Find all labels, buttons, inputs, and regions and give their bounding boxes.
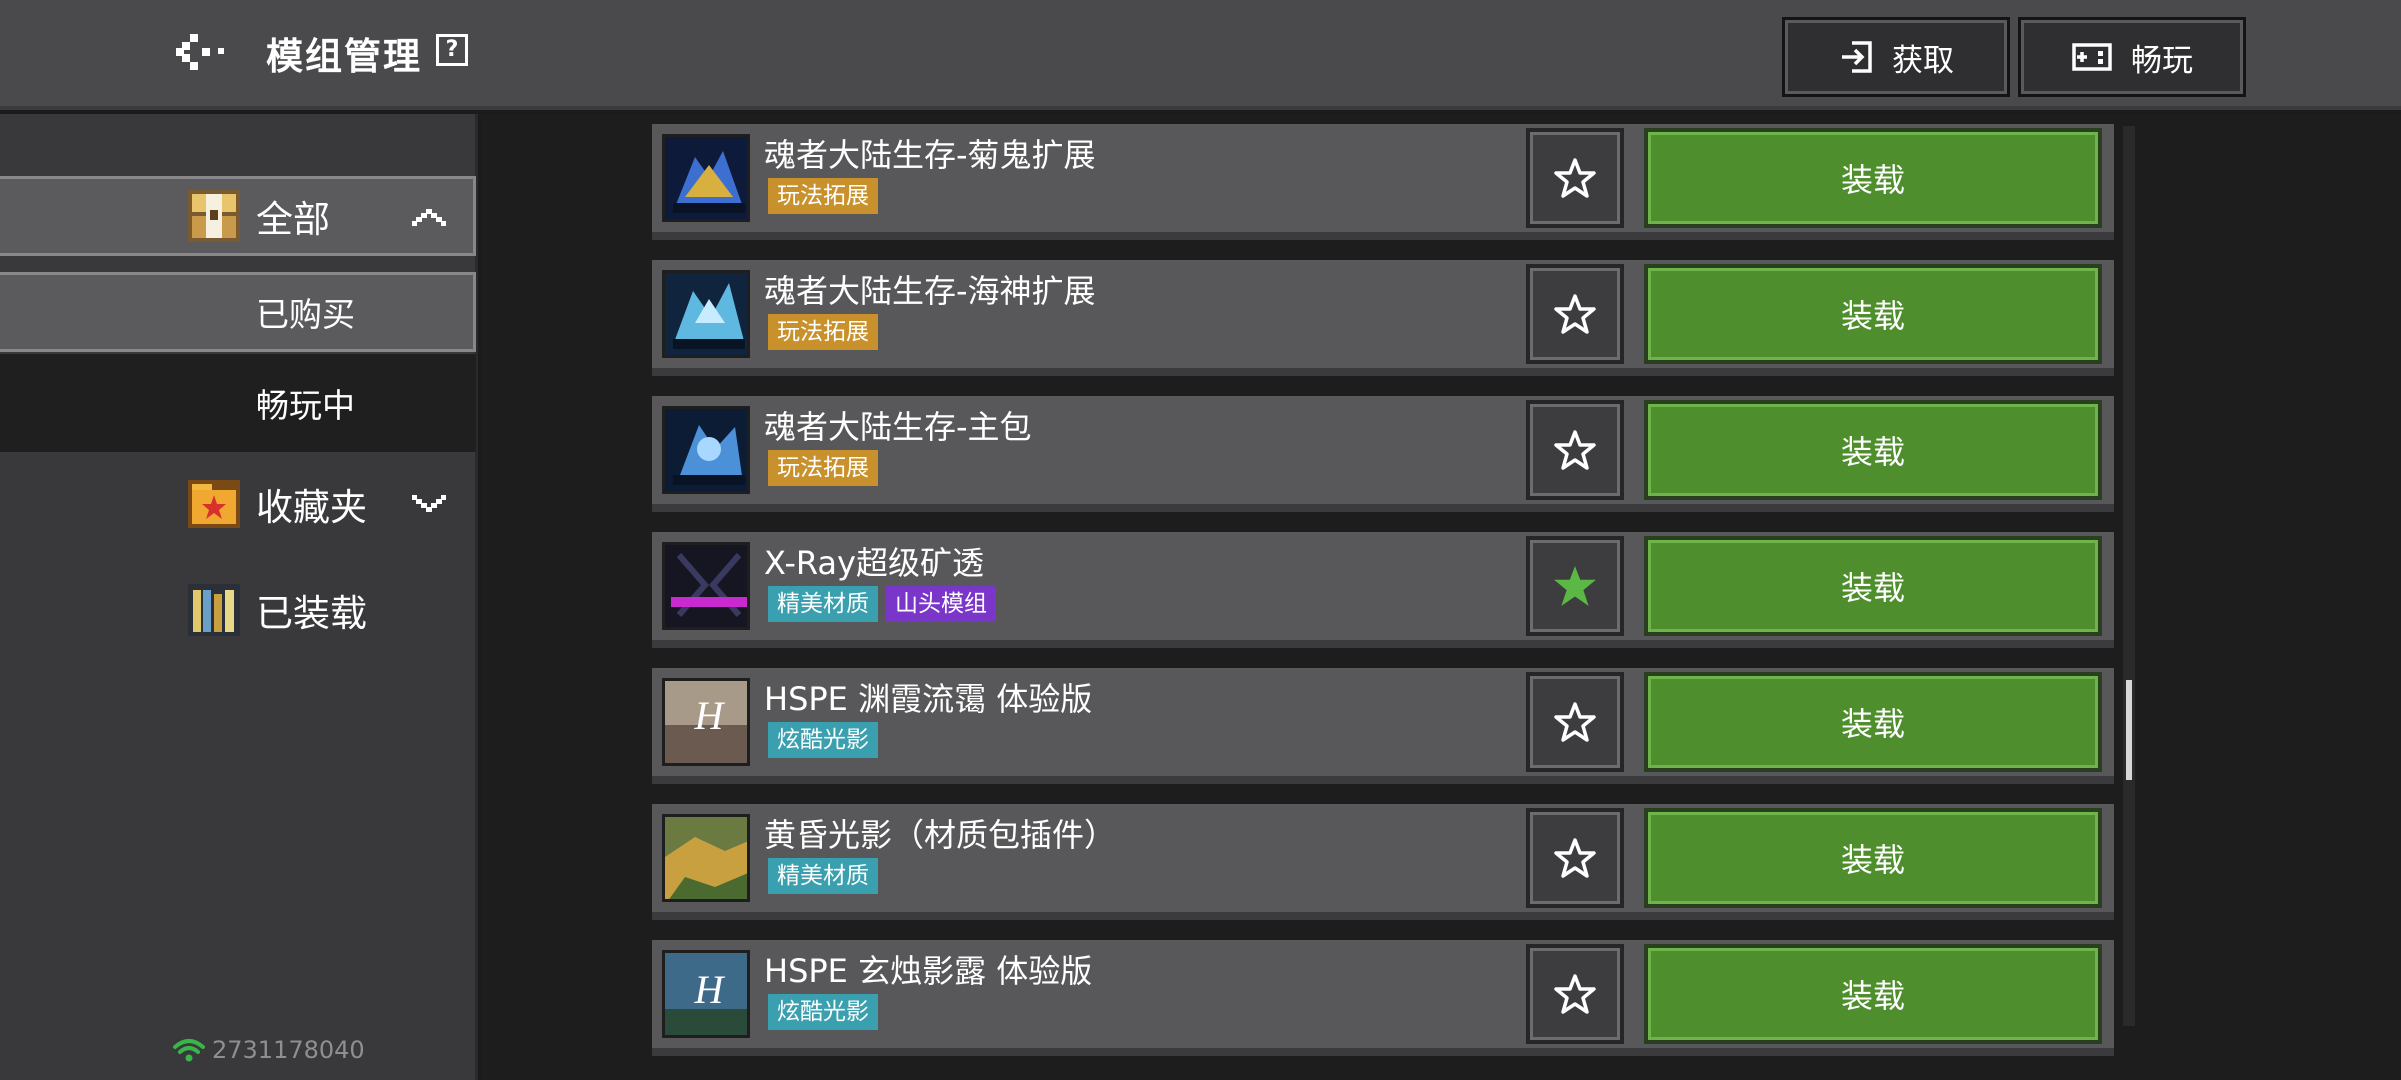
get-button-label: 获取 <box>1892 42 1954 79</box>
back-arrow-icon[interactable] <box>176 30 228 74</box>
sidebar-item-favorites-label: 收藏夹 <box>256 486 367 529</box>
favorite-button[interactable] <box>1526 808 1624 908</box>
mod-tags: 精美材质 山头模组 <box>768 586 996 622</box>
mod-tag: 精美材质 <box>768 586 878 622</box>
star-filled-icon <box>1552 563 1598 609</box>
load-button[interactable]: 装载 <box>1644 536 2102 636</box>
play-button-label: 畅玩 <box>2131 42 2193 79</box>
svg-text:H: H <box>694 967 726 1012</box>
mod-name: 魂者大陆生存-海神扩展 <box>764 272 1096 310</box>
load-button[interactable]: 装载 <box>1644 264 2102 364</box>
wifi-icon <box>173 1039 205 1062</box>
star-outline-icon <box>1553 972 1597 1016</box>
mod-name: 黄昏光影（材质包插件） <box>764 816 1117 854</box>
star-outline-icon <box>1553 700 1597 744</box>
chevron-down-icon <box>412 495 446 512</box>
mod-row[interactable]: 魂者大陆生存-海神扩展玩法拓展 装载 <box>652 260 2114 376</box>
mod-thumbnail <box>662 134 750 222</box>
mod-name: X-Ray超级矿透 <box>764 544 984 582</box>
load-button[interactable]: 装载 <box>1644 128 2102 228</box>
load-button[interactable]: 装载 <box>1644 400 2102 500</box>
mod-thumbnail: H <box>662 678 750 766</box>
play-button[interactable]: 畅玩 <box>2018 17 2246 97</box>
load-button[interactable]: 装载 <box>1644 808 2102 908</box>
mod-name: HSPE 渊霞流霭 体验版 <box>764 680 1093 718</box>
favorite-button[interactable] <box>1526 536 1624 636</box>
mod-row[interactable]: X-Ray超级矿透精美材质 山头模组 装载 <box>652 532 2114 648</box>
star-outline-icon <box>1553 428 1597 472</box>
user-id-status: 2731178040 <box>172 1036 365 1064</box>
scrollbar-thumb[interactable] <box>2126 680 2132 780</box>
sidebar-item-all[interactable]: 全部 <box>0 176 476 256</box>
favorite-button[interactable] <box>1526 264 1624 364</box>
mod-thumbnail <box>662 406 750 494</box>
mod-tag: 山头模组 <box>886 586 996 622</box>
mod-row[interactable]: 黄昏光影（材质包插件） 精美材质 装载 <box>652 804 2114 920</box>
top-bar: 模组管理 ? 获取 畅玩 <box>0 0 2401 110</box>
mod-name: 魂者大陆生存-主包 <box>764 408 1032 446</box>
mod-tag: 炫酷光影 <box>768 994 878 1030</box>
mod-tags: 炫酷光影 <box>768 722 878 758</box>
favorite-button[interactable] <box>1526 672 1624 772</box>
folder-star-icon <box>188 480 240 528</box>
mod-tags: 炫酷光影 <box>768 994 878 1030</box>
mod-name: HSPE 玄烛影露 体验版 <box>764 952 1093 990</box>
sidebar-item-all-label: 全部 <box>256 198 330 241</box>
sidebar: 全部 已购买 畅玩中 收藏夹 已装载 <box>0 114 478 1080</box>
load-button[interactable]: 装载 <box>1644 672 2102 772</box>
sidebar-item-playing-label: 畅玩中 <box>256 386 355 425</box>
sidebar-item-playing[interactable]: 畅玩中 <box>0 354 476 452</box>
chest-icon <box>188 190 240 242</box>
sidebar-item-loaded[interactable]: 已装载 <box>0 570 476 650</box>
mod-row[interactable]: 魂者大陆生存-主包玩法拓展 装载 <box>652 396 2114 512</box>
scrollbar[interactable] <box>2123 126 2135 1026</box>
mod-row[interactable]: H HSPE 玄烛影露 体验版炫酷光影 装载 <box>652 940 2114 1056</box>
mod-tag: 玩法拓展 <box>768 314 878 350</box>
gamepad-icon <box>2072 43 2112 71</box>
page-title: 模组管理 <box>266 35 422 78</box>
mod-tags: 玩法拓展 <box>768 178 878 214</box>
favorite-button[interactable] <box>1526 400 1624 500</box>
sidebar-item-bought[interactable]: 已购买 <box>0 272 476 352</box>
mod-tags: 玩法拓展 <box>768 450 878 486</box>
star-outline-icon <box>1553 156 1597 200</box>
mod-tags: 玩法拓展 <box>768 314 878 350</box>
mod-tag: 玩法拓展 <box>768 178 878 214</box>
mod-tag: 玩法拓展 <box>768 450 878 486</box>
sidebar-item-favorites[interactable]: 收藏夹 <box>0 464 476 544</box>
load-button[interactable]: 装载 <box>1644 944 2102 1044</box>
mod-row[interactable]: 魂者大陆生存-菊鬼扩展玩法拓展 装载 <box>652 124 2114 240</box>
chevron-up-icon <box>412 209 446 226</box>
mod-row[interactable]: H HSPE 渊霞流霭 体验版炫酷光影 装载 <box>652 668 2114 784</box>
import-icon <box>1842 41 1872 73</box>
mod-tag: 炫酷光影 <box>768 722 878 758</box>
sidebar-item-bought-label: 已购买 <box>256 295 355 334</box>
mod-name: 魂者大陆生存-菊鬼扩展 <box>764 136 1096 174</box>
svg-text:H: H <box>694 693 726 738</box>
mod-tag: 精美材质 <box>768 858 878 894</box>
user-id-text: 2731178040 <box>212 1036 365 1064</box>
favorite-button[interactable] <box>1526 128 1624 228</box>
mod-thumbnail: H <box>662 950 750 1038</box>
mod-tags: 精美材质 <box>768 858 878 894</box>
star-outline-icon <box>1553 836 1597 880</box>
star-outline-icon <box>1553 292 1597 336</box>
favorite-button[interactable] <box>1526 944 1624 1044</box>
mod-thumbnail <box>662 542 750 630</box>
mod-thumbnail <box>662 270 750 358</box>
mod-thumbnail <box>662 814 750 902</box>
help-icon[interactable]: ? <box>436 34 468 66</box>
get-button[interactable]: 获取 <box>1782 17 2010 97</box>
sidebar-item-loaded-label: 已装载 <box>256 592 367 635</box>
bookshelf-icon <box>188 584 240 636</box>
